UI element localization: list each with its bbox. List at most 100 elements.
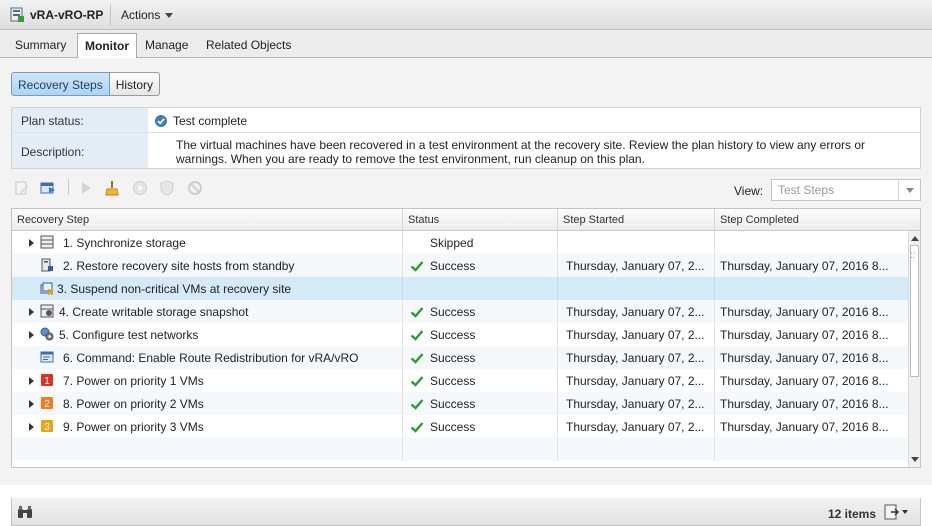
table-row[interactable]: 6. Command: Enable Route Redistribution …	[12, 346, 908, 369]
completed-cell	[715, 231, 908, 254]
grid-header: Recovery Step Status Step Started Step C…	[12, 209, 920, 231]
plan-status-label: Plan status:	[12, 108, 148, 132]
cleanup-icon[interactable]	[104, 180, 120, 196]
started-cell: Thursday, January 07, 2...	[558, 300, 715, 323]
tab-related-objects[interactable]: Related Objects	[206, 30, 291, 58]
step-cell: 3. Suspend non-critical VMs at recovery …	[12, 277, 403, 300]
completed-cell: Thursday, January 07, 2016 8...	[720, 420, 889, 434]
step-cell	[12, 438, 403, 461]
started-cell: Thursday, January 07, 2...	[558, 254, 715, 277]
status-text: Success	[430, 305, 476, 319]
plan-description-text: The virtual machines have been recovered…	[176, 138, 865, 166]
success-check-icon	[410, 353, 424, 364]
completed-cell: Thursday, January 07, 2016 8...	[720, 397, 889, 411]
table-row[interactable]: 1 7. Power on priority 1 VMs Success Thu…	[12, 369, 908, 392]
status-cell	[403, 438, 558, 461]
completed-cell: Thursday, January 07, 2016 8...	[720, 259, 889, 273]
expand-icon[interactable]	[29, 308, 34, 316]
snapshot-icon	[40, 304, 54, 318]
started-cell: Thursday, January 07, 2...	[558, 392, 715, 415]
priority-badge-text: 2	[44, 399, 50, 410]
priority-badge-text: 3	[44, 422, 50, 433]
step-label: 2. Restore recovery site hosts from stan…	[63, 259, 295, 273]
view-label: View:	[734, 184, 764, 198]
table-row[interactable]: 5. Configure test networks Success Thurs…	[12, 323, 908, 346]
step-label: 3. Suspend non-critical VMs at recovery …	[57, 282, 292, 296]
resize-grip-icon[interactable]: ::	[910, 250, 916, 261]
step-label: 4. Create writable storage snapshot	[59, 305, 249, 319]
tab-manage[interactable]: Manage	[145, 30, 188, 58]
step-cell: 2. Restore recovery site hosts from stan…	[12, 254, 403, 277]
success-check-icon	[410, 399, 424, 410]
title-bar: vRA-vRO-RP Actions	[0, 0, 932, 30]
step-label: 8. Power on priority 2 VMs	[63, 397, 204, 411]
completed-cell	[715, 438, 908, 461]
column-header-step-started[interactable]: Step Started	[558, 209, 715, 231]
step-label: 1. Synchronize storage	[63, 236, 186, 250]
expand-icon[interactable]	[29, 331, 34, 339]
table-row[interactable]: 1. Synchronize storage Skipped	[12, 231, 908, 254]
success-check-icon	[410, 330, 424, 341]
status-cell: Success	[403, 415, 558, 438]
plan-status-value: Test complete	[155, 114, 247, 128]
chevron-down-icon[interactable]	[898, 180, 920, 200]
completed-cell: Thursday, January 07, 2016 8...	[720, 328, 889, 342]
scroll-down-icon[interactable]	[909, 453, 920, 465]
table-row[interactable]: 2 8. Power on priority 2 VMs Success Thu…	[12, 392, 908, 415]
table-row[interactable]: 3 9. Power on priority 3 VMs Success Thu…	[12, 415, 908, 438]
host-restore-icon	[41, 258, 53, 272]
binoculars-icon[interactable]	[17, 505, 33, 519]
view-select[interactable]: Test Steps	[771, 179, 921, 201]
plan-description-row: Description: The virtual machines have b…	[12, 133, 920, 168]
item-count: 12 items	[827, 507, 876, 521]
object-tabs: Summary Monitor Manage Related Objects	[0, 30, 932, 62]
export-icon[interactable]	[884, 504, 910, 520]
subtab-group: Recovery Steps History	[11, 72, 161, 96]
success-check-icon	[410, 376, 424, 387]
command-icon	[40, 351, 54, 363]
tab-summary[interactable]: Summary	[15, 30, 66, 58]
step-cell: 6. Command: Enable Route Redistribution …	[12, 346, 403, 369]
step-cell: 4. Create writable storage snapshot	[12, 300, 403, 323]
step-cell: 3 9. Power on priority 3 VMs	[12, 415, 403, 438]
title-separator	[110, 4, 111, 26]
table-row[interactable]: 2. Restore recovery site hosts from stan…	[12, 254, 908, 277]
run-icon[interactable]	[78, 180, 94, 196]
expand-icon[interactable]	[29, 377, 34, 385]
table-row[interactable]: 4. Create writable storage snapshot Succ…	[12, 300, 908, 323]
scroll-up-icon[interactable]	[909, 233, 920, 245]
step-cell: 1 7. Power on priority 1 VMs	[12, 369, 403, 392]
grid-footer: 12 items	[11, 498, 921, 526]
cancel-icon[interactable]	[187, 180, 203, 196]
column-header-recovery-step[interactable]: Recovery Step	[12, 209, 403, 231]
expand-icon[interactable]	[29, 239, 34, 247]
grid-scrollbar[interactable]	[908, 231, 920, 467]
success-check-icon	[410, 307, 424, 318]
reprotect-icon[interactable]	[159, 180, 175, 196]
table-row-selected[interactable]: 3. Suspend non-critical VMs at recovery …	[12, 277, 908, 300]
actions-label: Actions	[121, 8, 161, 22]
scroll-thumb[interactable]	[910, 245, 919, 377]
started-cell: Thursday, January 07, 2...	[558, 323, 715, 346]
suspend-vms-icon	[40, 282, 53, 295]
completed-cell: Thursday, January 07, 2016 8...	[720, 305, 889, 319]
status-text: Success	[430, 374, 476, 388]
actions-menu[interactable]: Actions	[121, 8, 174, 22]
subtab-recovery-steps[interactable]: Recovery Steps	[11, 72, 110, 96]
column-header-step-completed[interactable]: Step Completed	[715, 209, 920, 231]
storage-icon	[40, 235, 54, 249]
status-text: Success	[430, 259, 476, 273]
column-header-status[interactable]: Status	[403, 209, 558, 231]
priority-3-icon: 3	[41, 420, 53, 433]
table-row[interactable]	[12, 438, 908, 461]
expand-icon[interactable]	[29, 423, 34, 431]
step-label: 6. Command: Enable Route Redistribution …	[63, 351, 359, 365]
resume-icon[interactable]	[132, 180, 148, 196]
edit-plan-icon[interactable]	[14, 180, 30, 196]
started-cell: Thursday, January 07, 2...	[558, 346, 715, 369]
subtab-history[interactable]: History	[109, 72, 161, 96]
status-text: Skipped	[430, 236, 474, 250]
chevron-down-icon	[165, 13, 174, 19]
expand-icon[interactable]	[29, 400, 34, 408]
run-plan-icon[interactable]	[40, 180, 56, 196]
